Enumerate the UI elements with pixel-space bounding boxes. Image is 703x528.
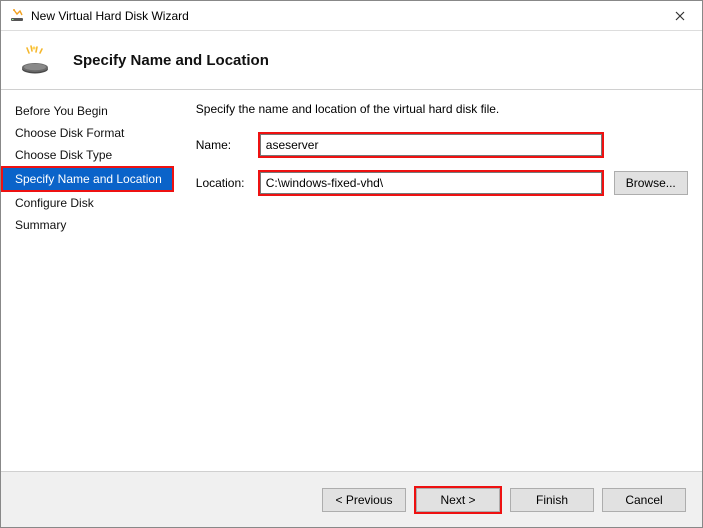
previous-button[interactable]: < Previous (322, 488, 406, 512)
location-field-highlight (258, 170, 604, 196)
sidebar-item-summary[interactable]: Summary (1, 214, 174, 236)
wizard-header: Specify Name and Location (1, 31, 702, 89)
name-row: Name: (196, 132, 688, 158)
sidebar-item-choose-disk-format[interactable]: Choose Disk Format (1, 122, 174, 144)
sidebar-item-choose-disk-type[interactable]: Choose Disk Type (1, 144, 174, 166)
wizard-sidebar: Before You Begin Choose Disk Format Choo… (1, 90, 174, 470)
sidebar-item-configure-disk[interactable]: Configure Disk (1, 192, 174, 214)
name-label: Name: (196, 138, 258, 152)
name-input[interactable] (260, 134, 602, 156)
location-input[interactable] (260, 172, 602, 194)
browse-button[interactable]: Browse... (614, 171, 688, 195)
page-heading: Specify Name and Location (73, 52, 269, 69)
close-button[interactable] (657, 1, 702, 31)
instruction-text: Specify the name and location of the vir… (196, 102, 688, 116)
sidebar-item-label: Specify Name and Location (3, 168, 172, 190)
next-button[interactable]: Next > (416, 488, 500, 512)
app-icon (9, 8, 25, 24)
sidebar-item-before-you-begin[interactable]: Before You Begin (1, 100, 174, 122)
name-field-highlight (258, 132, 604, 158)
wizard-footer: < Previous Next > Finish Cancel (1, 471, 702, 527)
sidebar-item-specify-name-and-location[interactable]: Specify Name and Location (1, 166, 174, 192)
window-title: New Virtual Hard Disk Wizard (31, 9, 189, 23)
cancel-button[interactable]: Cancel (602, 488, 686, 512)
finish-button[interactable]: Finish (510, 488, 594, 512)
location-row: Location: Browse... (196, 170, 688, 196)
wizard-content: Specify the name and location of the vir… (174, 90, 703, 470)
next-button-highlight: Next > (414, 486, 502, 514)
wizard-icon (19, 44, 51, 76)
titlebar: New Virtual Hard Disk Wizard (1, 1, 702, 31)
location-label: Location: (196, 176, 258, 190)
wizard-body: Before You Begin Choose Disk Format Choo… (1, 90, 702, 470)
